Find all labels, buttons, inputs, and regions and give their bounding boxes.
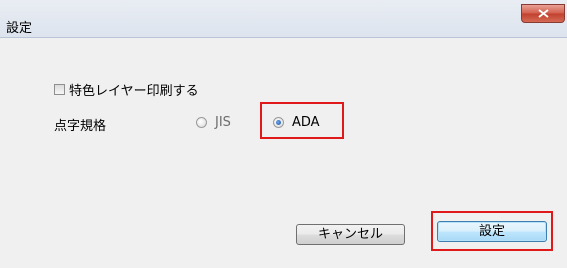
radio-jis[interactable]: JIS	[196, 115, 231, 130]
radio-jis-label: JIS	[215, 115, 231, 130]
window-title: 設定	[6, 21, 33, 36]
spot-color-checkbox[interactable]	[54, 84, 65, 95]
spot-color-label: 特色レイヤー印刷する	[69, 84, 199, 99]
radio-jis-button[interactable]	[196, 117, 207, 128]
radio-ada[interactable]: ADA	[273, 115, 320, 130]
radio-ada-label: ADA	[292, 115, 320, 130]
close-icon	[538, 9, 549, 18]
radio-ada-button[interactable]	[273, 117, 284, 128]
settings-dialog: 設定 特色レイヤー印刷する 点字規格 JIS ADA キャンセル 設定	[0, 0, 567, 268]
set-button[interactable]: 設定	[437, 221, 547, 242]
braille-standard-label: 点字規格	[54, 119, 107, 134]
cancel-button[interactable]: キャンセル	[296, 224, 405, 245]
title-bar[interactable]: 設定	[0, 0, 567, 38]
spot-color-checkbox-row[interactable]: 特色レイヤー印刷する	[54, 80, 199, 99]
close-button[interactable]	[521, 4, 565, 23]
